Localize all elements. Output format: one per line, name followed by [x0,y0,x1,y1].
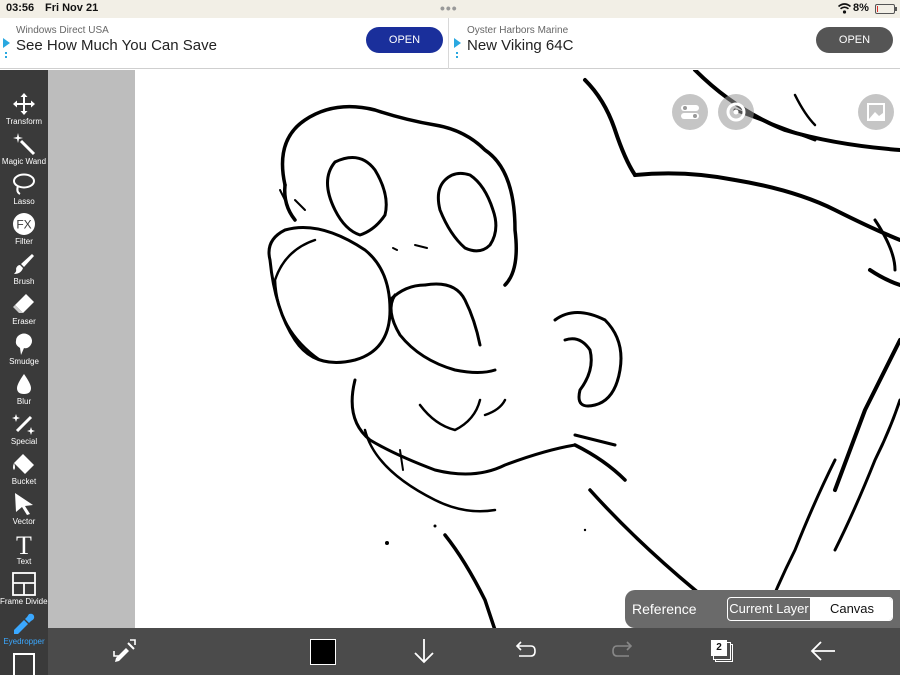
tool-special[interactable]: Special [0,410,48,450]
toggle-panel-button[interactable] [672,94,708,130]
lasso-icon [13,173,35,195]
brush-icon [14,254,34,274]
swap-tools-icon[interactable] [110,636,140,666]
canvas-gutter [48,70,135,628]
settings-icon [726,102,746,122]
tool-label: Smudge [9,357,39,366]
app-window: 03:56 Fri Nov 21 ••• 8% Windows Direct U… [0,0,900,675]
toggle-icon [681,105,699,119]
ad-menu-icon[interactable] [5,52,7,58]
ad-banner: Windows Direct USA See How Much You Can … [0,18,900,69]
tool-smudge[interactable]: Smudge [0,330,48,370]
move-arrows-icon [13,93,35,115]
tool-brush[interactable]: Brush [0,250,48,290]
reference-bar: Reference Current Layer Canvas [625,590,900,628]
back-arrow-icon[interactable] [808,636,838,666]
tool-eyedropper[interactable]: Eyedropper [0,610,48,650]
reference-label: Reference [632,601,697,617]
down-arrow-icon[interactable] [409,636,439,666]
smudge-icon [15,333,32,355]
ad-advertiser: Windows Direct USA [16,25,109,36]
drop-icon [17,374,31,394]
more-tools-icon[interactable] [13,653,35,675]
status-date: Fri Nov 21 [45,2,99,14]
reference-segmented-control: Current Layer Canvas [727,597,893,621]
ad-menu-icon[interactable] [456,52,458,58]
battery-level [877,6,878,12]
eyedropper-icon [14,613,35,634]
svg-text:FX: FX [16,218,31,232]
current-layer-option[interactable]: Current Layer [728,598,810,620]
tool-label: Text [16,557,32,566]
undo-icon[interactable] [509,636,539,666]
tool-blur[interactable]: Blur [0,370,48,410]
status-bar: 03:56 Fri Nov 21 ••• 8% [0,0,900,18]
ad-item[interactable]: Oyster Harbors Marine New Viking 64C OPE… [451,18,900,69]
adchoices-icon[interactable] [3,38,10,48]
status-time: 03:56 [6,2,35,14]
tool-magic-wand[interactable]: Magic Wand [0,130,48,170]
tool-label: Eraser [12,317,36,326]
settings-button[interactable] [718,94,754,130]
tool-bucket[interactable]: Bucket [0,450,48,490]
cursor-arrow-icon [15,493,33,515]
tool-label: Filter [15,237,33,246]
tool-label: Brush [13,277,35,286]
tool-label: Transform [5,117,43,126]
tool-text[interactable]: T Text [0,530,48,570]
adchoices-icon[interactable] [454,38,461,48]
redo-icon[interactable] [609,636,639,666]
wifi-icon [838,3,851,14]
bucket-icon [13,454,34,474]
frame-divider-icon [12,572,36,596]
battery-icon [875,4,897,14]
layer-count: 2 [711,640,727,656]
tool-transform[interactable]: Transform [0,90,48,130]
tool-lasso[interactable]: Lasso [0,170,48,210]
tool-label: Lasso [13,197,35,206]
ad-open-button[interactable]: OPEN [816,27,893,53]
battery-percent: 8% [853,2,869,14]
drawing-canvas[interactable] [135,70,900,628]
tool-label: Eyedropper [3,637,45,646]
tool-label: Blur [16,397,32,406]
ad-advertiser: Oyster Harbors Marine [467,25,569,36]
sparkle-pen-icon [12,414,35,435]
ad-headline[interactable]: New Viking 64C [467,37,573,54]
tool-label: Bucket [11,477,37,486]
tool-label: Magic Wand [1,157,47,166]
tool-label: Frame Divider [0,597,51,606]
tool-frame-divider[interactable]: Frame Divider [0,570,51,610]
ad-item[interactable]: Windows Direct USA See How Much You Can … [0,18,449,69]
reference-image-icon [867,103,885,121]
tool-label: Vector [12,517,36,526]
sketch-drawing [267,70,900,628]
ad-headline[interactable]: See How Much You Can Save [16,37,217,54]
svg-text:T: T [16,532,32,556]
tool-eraser[interactable]: Eraser [0,290,48,330]
tool-filter[interactable]: FX Filter [0,210,48,250]
eraser-icon [13,294,34,313]
bottom-toolbar: 2 [48,628,900,675]
multitasking-dots-icon[interactable]: ••• [440,0,458,16]
tool-palette: Transform Magic Wand Lasso FX Filter Bru… [0,70,51,675]
fx-icon: FX [13,213,35,235]
color-swatch[interactable] [310,639,336,665]
ad-open-button[interactable]: OPEN [366,27,443,53]
tool-vector[interactable]: Vector [0,490,48,530]
canvas-option[interactable]: Canvas [810,598,892,620]
magic-wand-icon [13,133,36,156]
tool-label: Special [10,437,38,446]
reference-image-button[interactable] [858,94,894,130]
text-icon: T [16,532,32,556]
